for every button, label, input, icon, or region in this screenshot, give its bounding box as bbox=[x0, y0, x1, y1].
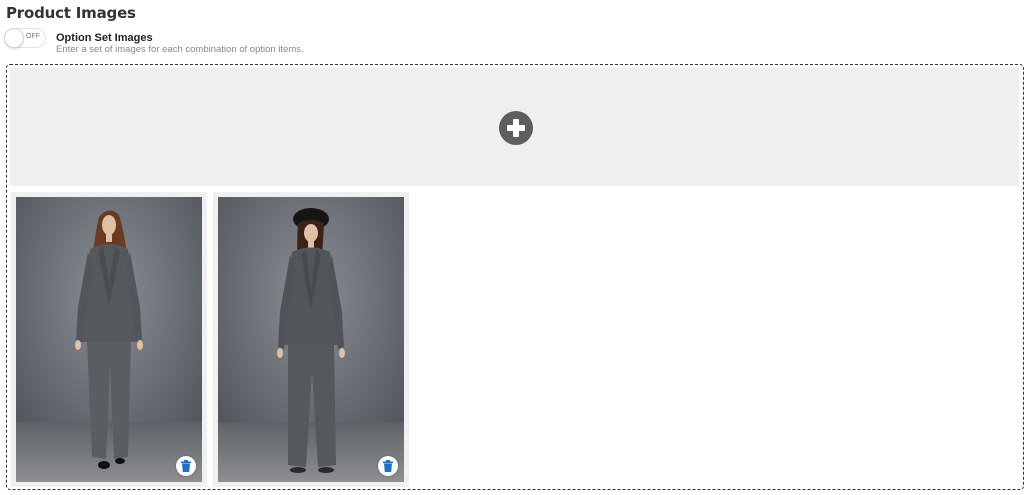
option-set-description: Enter a set of images for each combinati… bbox=[56, 44, 304, 55]
product-photo bbox=[218, 197, 404, 482]
toggle-knob bbox=[4, 28, 24, 48]
delete-image-button[interactable] bbox=[378, 456, 398, 476]
option-set-toggle[interactable]: OFF bbox=[4, 28, 46, 48]
product-images-panel: Product Images OFF Option Set Images Ent… bbox=[0, 0, 1030, 495]
option-set-label: Option Set Images bbox=[56, 32, 153, 44]
delete-image-button[interactable] bbox=[176, 456, 196, 476]
trash-icon bbox=[181, 460, 191, 472]
toggle-state-label: OFF bbox=[26, 33, 40, 40]
section-title: Product Images bbox=[6, 4, 136, 22]
image-dropzone[interactable] bbox=[6, 64, 1024, 490]
trash-icon bbox=[383, 460, 393, 472]
plus-circle-icon[interactable] bbox=[499, 111, 533, 145]
product-photo bbox=[16, 197, 202, 482]
image-thumbnail[interactable] bbox=[11, 192, 207, 487]
upload-area[interactable] bbox=[10, 68, 1019, 186]
image-thumbnail[interactable] bbox=[213, 192, 409, 487]
